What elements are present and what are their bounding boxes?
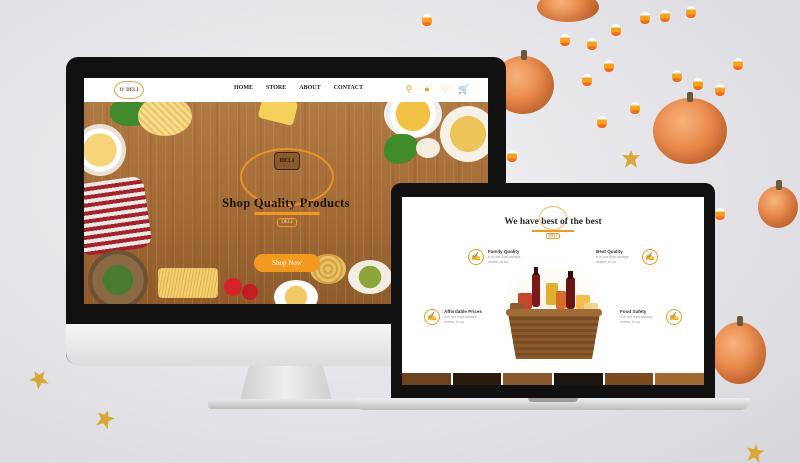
nav-links: HOME STORE ABOUT CONTACT [234,85,363,91]
candy-corn-decoration [630,102,640,114]
feature-description: It is our that always matter to us [488,255,521,264]
nav-link-store[interactable]: STORE [266,85,286,91]
desktop-navbar: O' DELI HOME STORE ABOUT CONTACT ⚲ ● ♡ 🛒 [84,78,488,102]
nav-icons: ⚲ ● ♡ 🛒 [404,84,470,94]
gallery-thumbnail[interactable] [503,373,553,385]
pasta-nest-decoration [138,96,192,136]
candy-corn-decoration [560,34,570,46]
basil-decoration [384,134,418,164]
gallery-thumbnail[interactable] [402,373,451,385]
shop-now-button[interactable]: Shop Now [254,254,320,272]
candy-corn-decoration [715,208,725,220]
hero-emblem-badge: DELI [274,152,300,170]
autumn-leaf-decoration [622,150,640,168]
nav-link-contact[interactable]: CONTACT [334,85,364,91]
hand-icon: ✍ [424,309,440,325]
pasta-bowl-decoration [440,106,488,162]
candy-corn-decoration [640,12,650,24]
site-logo[interactable]: O' DELI [114,81,144,99]
image-gallery-strip [402,373,704,385]
gift-basket-image [506,267,602,359]
feature-description: It is our that always matter to us [620,315,653,324]
candy-corn-decoration [660,10,670,22]
imac-stand [240,366,332,400]
feature-description: It is our that always matter to us [596,255,629,264]
autumn-leaf-decoration [745,443,766,463]
pumpkin-decoration [537,0,599,22]
nav-link-about[interactable]: ABOUT [299,85,320,91]
candy-corn-decoration [693,78,703,90]
section-title: We have best of the best [504,217,602,227]
autumn-leaf-decoration [93,407,116,430]
feature-affordable-prices: ✍ Affordable Prices It is our that alway… [424,309,486,325]
candy-corn-decoration [672,70,682,82]
candy-corn-decoration [715,84,725,96]
autumn-leaf-decoration [27,367,52,392]
hero-tag: DELI [277,218,297,227]
feature-title: Best Quality [596,249,623,254]
cloth-decoration [84,175,153,257]
hand-icon: ✍ [642,249,658,265]
candy-corn-decoration [422,14,432,26]
feature-title: Family Quality [488,249,520,254]
feature-title: Affordable Prices [444,309,483,314]
pasta-bowl-decoration [84,124,126,176]
candy-corn-decoration [597,116,607,128]
feature-description: It is our that always matter to us [444,315,477,324]
hand-icon: ✍ [468,249,484,265]
hero-divider [254,212,320,215]
laptop-notch [528,398,578,402]
imac-stand-base [208,399,364,409]
spaghetti-decoration [158,268,218,298]
pumpkin-decoration [712,316,766,384]
cart-icon[interactable]: 🛒 [458,84,469,94]
search-icon[interactable]: ⚲ [404,84,414,94]
mortar-decoration [88,250,148,304]
pumpkin-decoration [653,92,727,164]
gallery-thumbnail[interactable] [655,373,704,385]
feature-family-quality: ✍ Family Quality It is our that always m… [468,249,530,265]
heart-icon[interactable]: ♡ [440,84,450,94]
tomato-decoration [242,284,258,300]
candy-corn-decoration [587,38,597,50]
gallery-thumbnail[interactable] [452,373,502,385]
laptop-site-screen: We have best of the best DELI ✍ Family Q… [402,197,704,385]
feature-food-safety: ✍ Food Safety It is our that always matt… [620,309,682,325]
section-tag: DELI [546,233,560,239]
nav-link-home[interactable]: HOME [234,85,253,91]
tomato-decoration [224,278,242,296]
candy-corn-decoration [611,24,621,36]
candy-corn-decoration [507,150,517,162]
olive-bowl-decoration [348,260,392,294]
gallery-thumbnail[interactable] [554,373,603,385]
feature-best-quality: ✍ Best Quality It is our that always mat… [596,249,658,265]
candy-corn-decoration [686,6,696,18]
garlic-decoration [416,138,440,158]
pumpkin-decoration [758,180,798,228]
user-icon[interactable]: ● [422,84,432,94]
section-divider [532,230,574,232]
feature-title: Food Safety [620,309,647,314]
candy-corn-decoration [604,60,614,72]
candy-corn-decoration [582,74,592,86]
hand-icon: ✍ [666,309,682,325]
pasta-bowl-decoration [274,280,318,304]
candy-corn-decoration [733,58,743,70]
gallery-thumbnail[interactable] [604,373,654,385]
